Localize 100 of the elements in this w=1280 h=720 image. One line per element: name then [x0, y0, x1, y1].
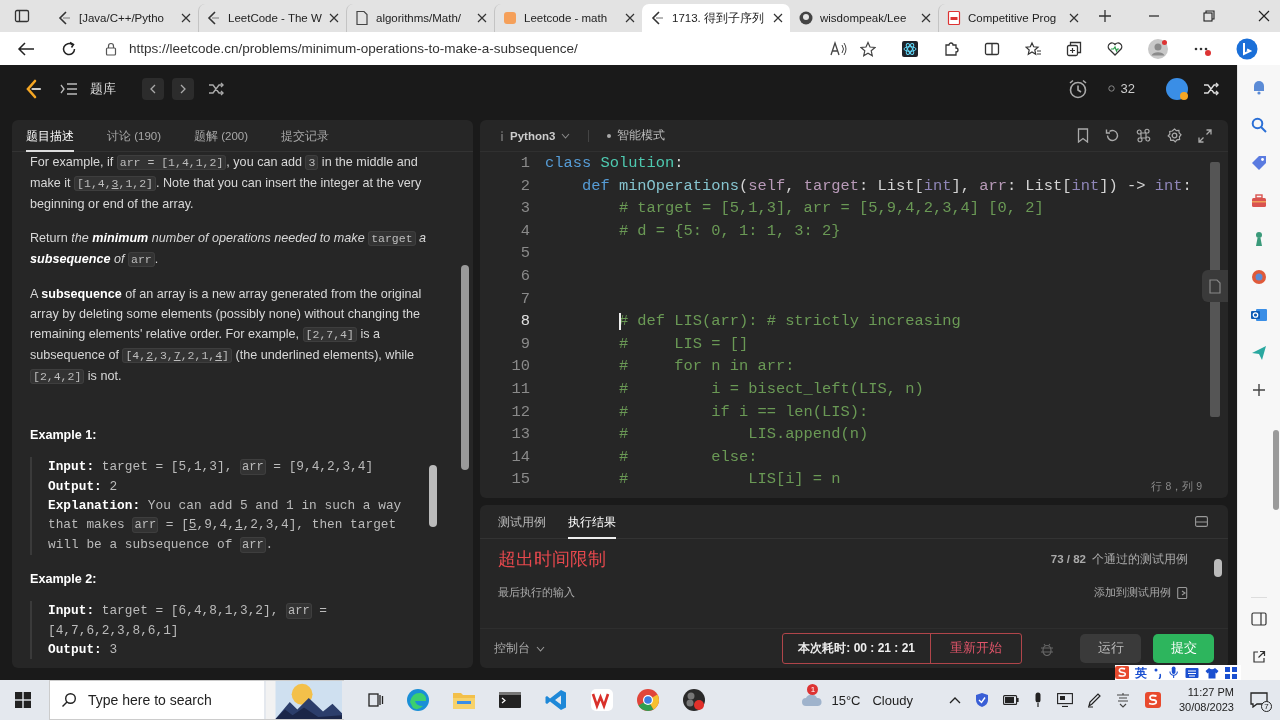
- office-icon[interactable]: [1251, 269, 1267, 285]
- add-icon[interactable]: [1252, 383, 1266, 397]
- bug-icon[interactable]: [1040, 641, 1054, 656]
- bookmark-icon[interactable]: [1077, 128, 1089, 143]
- browser-tab[interactable]: 1713. 得到子序列: [642, 4, 790, 32]
- scrollbar[interactable]: [461, 265, 469, 470]
- puzzle-icon[interactable]: [943, 40, 959, 57]
- code-editor-icon[interactable]: [544, 688, 568, 712]
- microphone-icon[interactable]: [1169, 666, 1179, 679]
- punctuation-icon[interactable]: [1153, 666, 1164, 679]
- bing-icon[interactable]: [1236, 37, 1258, 60]
- read-aloud-icon[interactable]: [830, 40, 848, 57]
- code-line: # LIS.append(n): [617, 424, 869, 446]
- chrome-browser-icon[interactable]: [636, 688, 660, 712]
- lock-icon: [105, 41, 117, 56]
- toolbox-icon[interactable]: [1251, 193, 1267, 209]
- example-heading: Example 1:: [30, 427, 98, 444]
- shuffle-icon[interactable]: [1203, 81, 1219, 96]
- display-icon[interactable]: [1056, 693, 1073, 707]
- panel-tab[interactable]: 讨论 (190): [107, 120, 162, 152]
- panel-tab[interactable]: 提交记录: [281, 120, 330, 152]
- browser-tab[interactable]: wisdompeak/Lee: [790, 4, 938, 32]
- task-view-icon[interactable]: [368, 692, 384, 708]
- browser-tab[interactable]: [Java/C++/Pytho: [50, 4, 198, 32]
- new-tab-icon[interactable]: [1098, 9, 1112, 23]
- windows-start-icon[interactable]: [15, 692, 31, 708]
- close-icon[interactable]: [329, 13, 339, 23]
- input-mode-toggle[interactable]: 英: [1135, 665, 1148, 680]
- profile-avatar-icon[interactable]: [1148, 38, 1168, 59]
- panel-tab[interactable]: 执行结果: [568, 505, 616, 539]
- scrollbar[interactable]: [1214, 559, 1222, 577]
- alarm-clock-icon[interactable]: [1067, 78, 1088, 99]
- taskbar-search-field[interactable]: Type here to search: [49, 680, 264, 720]
- avatar-icon[interactable]: [1165, 76, 1189, 101]
- panel-tab[interactable]: 测试用例: [498, 505, 546, 539]
- scrollbar[interactable]: [1273, 430, 1279, 510]
- favorite-icon[interactable]: [860, 40, 876, 57]
- shield-icon[interactable]: [974, 692, 989, 708]
- code-line: # else:: [617, 446, 758, 468]
- previous-button[interactable]: [142, 77, 164, 100]
- mode-toggle[interactable]: 智能模式: [607, 128, 666, 143]
- ime-toolbar[interactable]: 英: [1115, 665, 1241, 680]
- restore-icon[interactable]: [1203, 10, 1215, 22]
- reset-icon[interactable]: [1105, 128, 1120, 143]
- recorder-icon[interactable]: [682, 688, 706, 712]
- close-icon[interactable]: [477, 13, 487, 23]
- s-logo-icon[interactable]: [1144, 692, 1161, 708]
- panel-tab[interactable]: 题解 (200): [194, 120, 249, 152]
- window-menu-icon[interactable]: [14, 8, 30, 24]
- chevron-up-icon[interactable]: [948, 696, 961, 704]
- run-button[interactable]: 运行: [1080, 634, 1141, 663]
- problem-list-link[interactable]: 题库: [90, 79, 116, 98]
- send-icon[interactable]: [1251, 345, 1267, 361]
- tag-icon[interactable]: [1251, 155, 1267, 171]
- battery-icon[interactable]: [1002, 695, 1019, 705]
- external-link-icon[interactable]: [1252, 650, 1266, 664]
- outlook-icon[interactable]: [1251, 307, 1267, 323]
- close-icon[interactable]: [625, 13, 635, 23]
- shirt-icon[interactable]: [1204, 666, 1219, 679]
- settings-icon[interactable]: [1167, 128, 1182, 143]
- close-icon[interactable]: [773, 13, 783, 23]
- next-button[interactable]: [172, 77, 194, 100]
- folder-icon[interactable]: [452, 690, 476, 710]
- sidebar-panel-icon[interactable]: [1251, 612, 1267, 626]
- scrollbar[interactable]: [429, 465, 437, 527]
- close-icon[interactable]: [1069, 13, 1079, 23]
- clock[interactable]: 11:27 PM 30/08/2023: [1178, 685, 1234, 715]
- logo-icon[interactable]: [24, 78, 42, 99]
- collections-icon[interactable]: [1066, 40, 1082, 57]
- description-paragraph: A subsequence of an array is a new array generated from the original array by deleting some elements (possibly none) without changing the remaining elements' relative order. For example, [2,7,4] is a subsequence of [4,2,3,7,2,1,4] (the underlined elements), while [2,4,2] is not.: [30, 286, 423, 386]
- bell-icon[interactable]: [1251, 79, 1267, 95]
- command-icon[interactable]: [1136, 128, 1151, 143]
- keyboard-icon[interactable]: [1184, 666, 1199, 679]
- console-toggle[interactable]: 控制台: [494, 640, 545, 657]
- document-app-icon[interactable]: [590, 688, 614, 712]
- refresh-icon[interactable]: [61, 40, 77, 57]
- panel-tab[interactable]: 题目描述: [26, 120, 74, 152]
- favorites-icon[interactable]: [1025, 40, 1041, 57]
- close-icon[interactable]: [181, 13, 191, 23]
- atom-icon[interactable]: [902, 40, 918, 57]
- panel-layout-icon[interactable]: [1195, 516, 1208, 527]
- restart-button[interactable]: 重新开始: [931, 634, 1021, 663]
- language-dropdown[interactable]: Python3: [500, 129, 571, 142]
- close-icon[interactable]: [1258, 10, 1270, 22]
- list-icon[interactable]: [60, 81, 78, 96]
- pen-icon[interactable]: [1086, 692, 1101, 708]
- weather-widget[interactable]: 1 15°C Cloudy: [801, 683, 913, 717]
- back-icon[interactable]: [17, 40, 35, 57]
- search-icon[interactable]: [1251, 117, 1267, 133]
- terminal-icon[interactable]: [498, 690, 522, 710]
- expand-icon[interactable]: [1198, 128, 1212, 143]
- close-icon[interactable]: [921, 13, 931, 23]
- s-logo-icon[interactable]: [1115, 666, 1130, 679]
- language-icon[interactable]: [1114, 692, 1131, 708]
- split-screen-icon[interactable]: [984, 40, 1000, 57]
- edge-browser-icon[interactable]: [406, 688, 430, 712]
- shuffle-icon[interactable]: [208, 81, 224, 96]
- grid-icon[interactable]: [1224, 666, 1237, 679]
- heart-pulse-icon[interactable]: [1107, 40, 1123, 57]
- add-test-case-button[interactable]: 添加到测试用例: [1094, 584, 1188, 600]
